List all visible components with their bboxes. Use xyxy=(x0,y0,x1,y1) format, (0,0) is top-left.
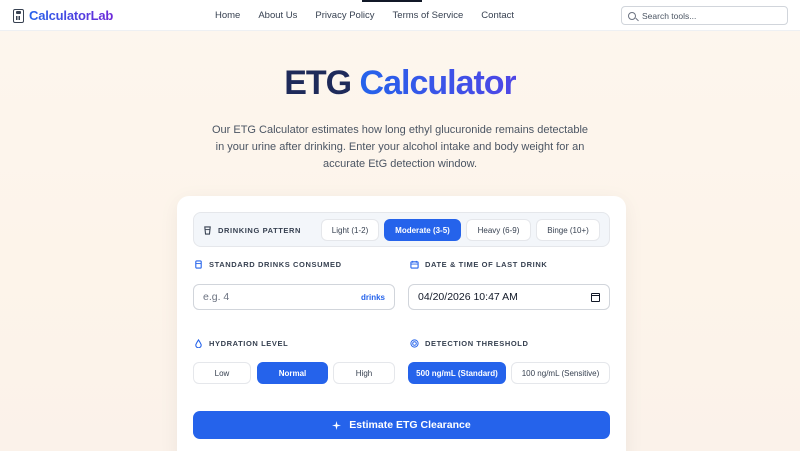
last-drink-value: 04/20/2026 10:47 AM xyxy=(418,291,518,303)
nav-privacy-policy[interactable]: Privacy Policy xyxy=(315,10,374,21)
nav-active-indicator xyxy=(362,0,422,2)
drinks-unit: drinks xyxy=(360,292,385,302)
hydration-option-low[interactable]: Low xyxy=(193,362,251,384)
drinks-placeholder: e.g. 4 xyxy=(203,291,230,303)
nav-contact[interactable]: Contact xyxy=(481,10,514,21)
last-drink-label: DATE & TIME OF LAST DRINK xyxy=(410,260,547,269)
threshold-option-standard[interactable]: 500 ng/mL (Standard) xyxy=(408,362,506,384)
hydration-label: HYDRATION LEVEL xyxy=(194,339,288,348)
drink-icon xyxy=(194,260,203,269)
glass-icon xyxy=(203,226,212,235)
sparkle-icon xyxy=(332,420,342,430)
pattern-option-heavy[interactable]: Heavy (6-9) xyxy=(466,219,531,241)
main-nav: Home About Us Privacy Policy Terms of Se… xyxy=(215,10,514,21)
threshold-label: DETECTION THRESHOLD xyxy=(410,339,528,348)
drinks-input[interactable]: e.g. 4 drinks xyxy=(193,284,395,310)
drinks-label: STANDARD DRINKS CONSUMED xyxy=(194,260,342,269)
last-drink-datetime-input[interactable]: 04/20/2026 10:47 AM xyxy=(408,284,610,310)
hydration-option-high[interactable]: High xyxy=(333,362,395,384)
drinking-pattern-label: DRINKING PATTERN xyxy=(203,226,301,235)
nav-about-us[interactable]: About Us xyxy=(258,10,297,21)
search-icon xyxy=(628,11,636,20)
page-title-part1: ETG xyxy=(284,64,352,102)
pattern-option-binge[interactable]: Binge (10+) xyxy=(536,219,600,241)
nav-terms-of-service[interactable]: Terms of Service xyxy=(393,10,464,21)
estimate-button[interactable]: Estimate ETG Clearance xyxy=(193,411,610,439)
search-input[interactable] xyxy=(642,10,782,21)
threshold-option-sensitive[interactable]: 100 ng/mL (Sensitive) xyxy=(511,362,610,384)
calculator-icon xyxy=(13,8,24,23)
estimate-button-label: Estimate ETG Clearance xyxy=(349,419,471,431)
page-title-part2: Calculator xyxy=(359,64,517,102)
page-title: ETG Calculator xyxy=(0,64,800,103)
site-header: CalculatorLab Home About Us Privacy Poli… xyxy=(0,0,800,31)
calendar-icon xyxy=(410,260,419,269)
pattern-option-light[interactable]: Light (1-2) xyxy=(321,219,379,241)
pattern-option-moderate[interactable]: Moderate (3-5) xyxy=(384,219,461,241)
logo-text: CalculatorLab xyxy=(29,8,114,23)
site-logo[interactable]: CalculatorLab xyxy=(13,8,113,23)
hydration-option-normal[interactable]: Normal xyxy=(257,362,328,384)
nav-home[interactable]: Home xyxy=(215,10,240,21)
page-description: Our ETG Calculator estimates how long et… xyxy=(211,124,589,170)
target-icon xyxy=(410,339,419,348)
droplet-icon xyxy=(194,339,203,348)
calendar-picker-icon[interactable] xyxy=(591,292,600,302)
search-box[interactable] xyxy=(621,6,788,25)
